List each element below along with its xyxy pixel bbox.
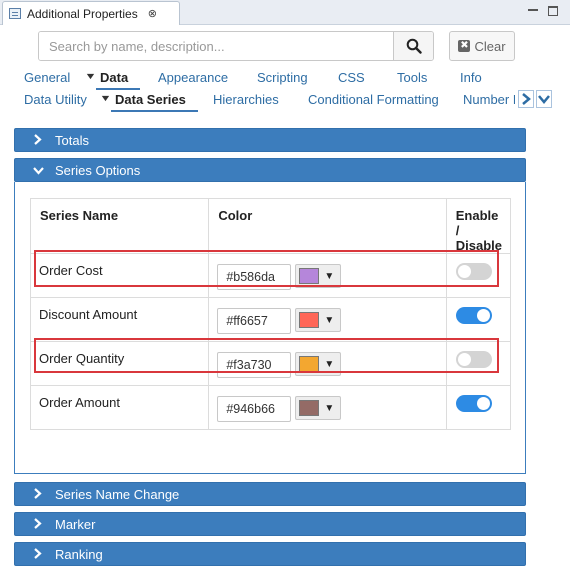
tab-info[interactable]: Info [460,70,482,85]
search-input[interactable] [39,32,393,60]
enable-label: Enable / [455,208,499,238]
enable-toggle[interactable] [455,395,492,412]
tab-title: Additional Properties [27,6,138,21]
scroll-right-button[interactable] [518,90,534,108]
more-tabs-button[interactable] [536,90,552,108]
chevron-down-icon [33,163,55,178]
color-hex-input[interactable]: #b586da [217,264,292,290]
caret-down-icon: ▼ [324,270,335,282]
color-picker-dropdown[interactable]: ▼ [295,264,342,288]
color-picker-dropdown[interactable]: ▼ [295,352,342,376]
series-name-change-section-title: Series Name Change [55,486,180,502]
series-options-section-title: Series Options [55,162,141,178]
tab-hierarchies[interactable]: Hierarchies [213,92,279,107]
table-row: Order Cost #b586da ▼ [29,253,512,298]
toggle-knob [476,397,490,410]
tab-general[interactable]: General [24,70,70,85]
close-icon[interactable]: ⊗ [148,7,157,20]
enable-toggle[interactable] [455,263,492,280]
ranking-section-title: Ranking [55,546,103,562]
marker-section-title: Marker [55,516,96,532]
search-icon [406,38,422,54]
totals-section-title: Totals [55,132,89,148]
toggle-knob [457,353,471,366]
caret-down-icon: ▼ [324,402,335,414]
view-tab-bar: Additional Properties ⊗ [0,0,570,25]
tab-data-label: Data [100,70,129,85]
color-swatch [299,356,320,372]
tab-number-format[interactable]: Number Fo [463,92,515,107]
color-swatch [299,400,320,416]
series-options-section-header[interactable]: Series Options [14,158,526,182]
color-hex-input[interactable]: #ff6657 [217,308,292,334]
series-name-cell: Order Cost [29,253,210,298]
color-swatch [299,268,320,284]
table-row: Order Amount #946b66 ▼ [29,385,512,430]
additional-properties-tab[interactable]: Additional Properties ⊗ [2,1,180,25]
tab-scroll-controls [518,90,552,108]
table-row: Order Quantity #f3a730 ▼ [29,341,512,386]
tab-scripting[interactable]: Scripting [257,70,308,85]
toggle-cell [445,385,512,430]
toggle-cell [445,297,512,342]
properties-view-icon [9,8,21,19]
chevron-right-icon [522,93,531,105]
marker-section-header[interactable]: Marker [14,512,526,536]
disable-label: Disable [455,238,502,253]
chevron-down-icon [538,95,550,104]
tab-data-utility[interactable]: Data Utility [24,92,87,107]
chevron-right-icon [33,517,55,532]
color-cell: #ff6657 ▼ [208,297,447,342]
caret-down-icon: ▼ [324,358,335,370]
clear-label: Clear [474,38,506,54]
column-header-color: Color [208,198,447,254]
tab-data-series[interactable]: ▼ Data Series [99,92,198,112]
search-button[interactable] [393,32,433,60]
color-hex-input[interactable]: #f3a730 [217,352,292,378]
series-name-cell: Order Quantity [29,341,210,386]
maximize-icon[interactable] [546,4,560,18]
toggle-knob [457,265,471,278]
chevron-down-icon: ▼ [99,93,112,103]
enable-toggle[interactable] [455,351,492,368]
caret-down-icon: ▼ [324,314,335,326]
clear-button[interactable]: ✖ Clear [449,31,515,61]
series-name-cell: Order Amount [29,385,210,430]
table-row: Discount Amount #ff6657 ▼ [29,297,512,342]
tab-row-secondary: Data Utility ▼ Data Series Hierarchies Co… [0,88,515,112]
chevron-right-icon [33,487,55,502]
table-header-row: Series Name Color Enable / Disable [29,198,512,254]
tab-conditional-formatting[interactable]: Conditional Formatting [308,92,439,107]
toggle-cell [445,253,512,298]
toggle-knob [476,309,490,322]
search-box [38,31,434,61]
tab-data[interactable]: ▼ Data [84,70,141,90]
enable-toggle[interactable] [455,307,492,324]
chevron-down-icon: ▼ [84,71,97,81]
color-cell: #946b66 ▼ [208,385,447,430]
minimize-icon[interactable] [526,4,540,18]
color-swatch [299,312,320,328]
color-picker-dropdown[interactable]: ▼ [295,308,342,332]
toggle-cell [445,341,512,386]
chevron-right-icon [33,547,55,562]
column-header-enable-disable: Enable / Disable [445,198,512,254]
ranking-section-header[interactable]: Ranking [14,542,526,566]
chevron-right-icon [33,133,55,148]
tab-tools[interactable]: Tools [397,70,427,85]
series-name-change-section-header[interactable]: Series Name Change [14,482,526,506]
color-hex-input[interactable]: #946b66 [217,396,292,422]
clear-x-icon: ✖ [458,40,471,52]
color-cell: #b586da ▼ [208,253,447,298]
tab-css[interactable]: CSS [338,70,365,85]
tab-appearance[interactable]: Appearance [158,70,228,85]
color-cell: #f3a730 ▼ [208,341,447,386]
totals-section-header[interactable]: Totals [14,128,526,152]
column-header-series-name: Series Name [29,198,210,254]
series-name-cell: Discount Amount [29,297,210,342]
color-picker-dropdown[interactable]: ▼ [295,396,342,420]
tab-data-series-label: Data Series [115,92,186,107]
series-table: Series Name Color Enable / Disable Order … [29,198,512,430]
